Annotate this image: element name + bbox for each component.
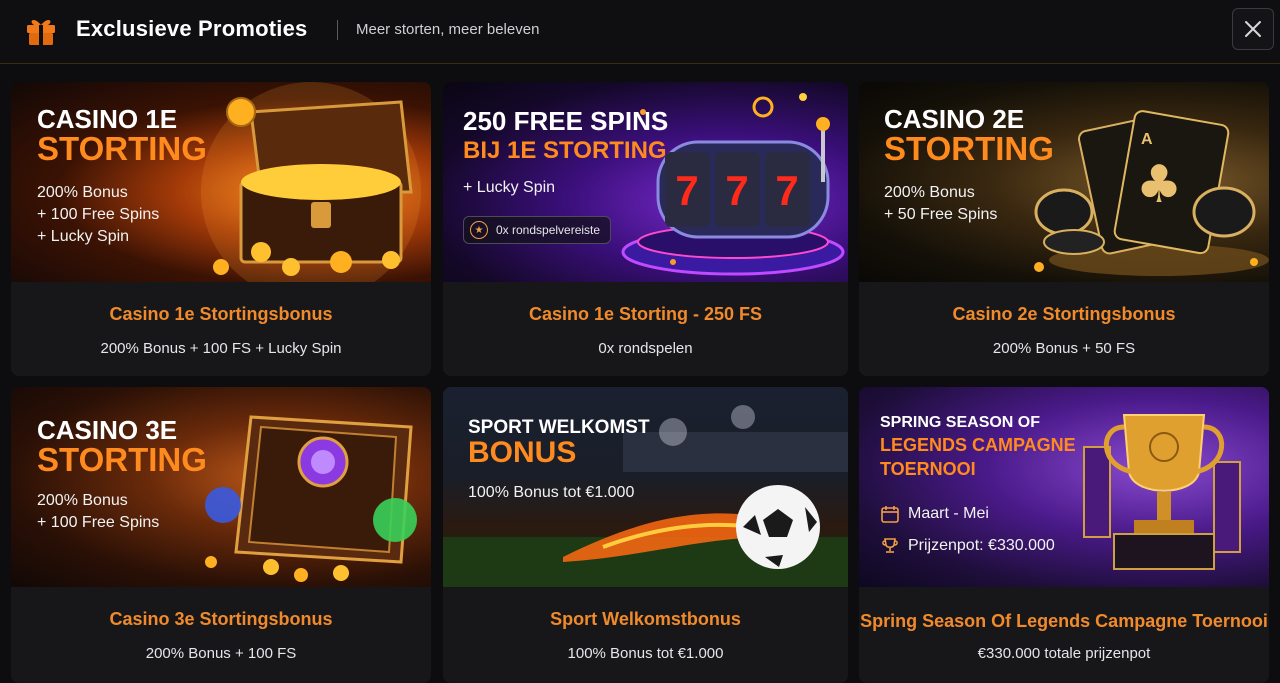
promo-card-sport-welkomst[interactable]: SPORT WELKOMST BONUS 100% Bonus tot €1.0…	[443, 387, 848, 683]
banner-line: 200% Bonus	[884, 184, 975, 201]
promo-description: 200% Bonus + 50 FS	[992, 340, 1136, 357]
promo-name: Casino 1e Stortingsbonus	[109, 304, 333, 324]
promo-name: Casino 3e Stortingsbonus	[109, 609, 333, 629]
banner-title-line3: TOERNOOI	[880, 459, 976, 479]
page-subtitle: Meer storten, meer beleven	[356, 21, 540, 38]
banner-line: + Lucky Spin	[463, 179, 556, 196]
promo-name: Casino 2e Stortingsbonus	[952, 304, 1176, 324]
modal-header: Exclusieve Promoties Meer storten, meer …	[0, 0, 1280, 64]
header-divider	[337, 20, 338, 40]
banner-line: + 100 Free Spins	[37, 206, 160, 223]
banner-title-line1: SPORT WELKOMST	[468, 417, 650, 438]
banner-title-line1: 250 FREE SPINS	[463, 106, 669, 136]
promo-banner: SPORT WELKOMST BONUS 100% Bonus tot €1.0…	[443, 387, 848, 587]
banner-title-line2: BIJ 1E STORTING	[463, 137, 667, 164]
promo-info: Casino 2e Stortingsbonus 200% Bonus + 50…	[859, 282, 1269, 376]
calendar-icon	[881, 506, 899, 523]
banner-line: + Lucky Spin	[37, 228, 130, 245]
banner-line: + 100 Free Spins	[37, 514, 160, 531]
promo-banner: 7 7 7 250 FREE SPINS BIJ 1E STORTING + L…	[443, 82, 848, 282]
banner-line: 200% Bonus	[37, 184, 128, 201]
svg-text:7: 7	[675, 167, 698, 214]
tournament-prize: Prijzenpot: €330.000	[880, 536, 1055, 556]
banner-title-line2: LEGENDS CAMPAGNE	[880, 435, 1076, 455]
promo-name: Sport Welkomstbonus	[550, 609, 741, 629]
promo-card-250-free-spins[interactable]: 7 7 7 250 FREE SPINS BIJ 1E STORTING + L…	[443, 82, 848, 376]
promo-banner: SPRING SEASON OF LEGENDS CAMPAGNE TOERNO…	[859, 387, 1269, 587]
close-icon	[1245, 21, 1261, 37]
svg-text:♣: ♣	[1136, 155, 1183, 215]
promo-description: 200% Bonus + 100 FS + Lucky Spin	[100, 340, 342, 357]
promo-description: €330.000 totale prijzenpot	[977, 645, 1151, 662]
banner-title-line1: CASINO 2E	[884, 104, 1025, 134]
tournament-dates-label: Maart - Mei	[908, 505, 989, 522]
banner-title-line2: STORTING	[37, 441, 207, 478]
wagering-badge-label: 0x rondspelvereiste	[496, 223, 601, 237]
promo-name: Casino 1e Storting - 250 FS	[528, 304, 763, 324]
svg-text:7: 7	[725, 167, 748, 214]
promo-info: Casino 1e Stortingsbonus 200% Bonus + 10…	[11, 282, 431, 376]
promo-info: Sport Welkomstbonus 100% Bonus tot €1.00…	[443, 587, 848, 681]
tournament-prize-label: Prijzenpot: €330.000	[908, 537, 1055, 554]
trophy-icon	[882, 538, 898, 553]
promo-banner: ♣ A CASINO 2E STORTING 200% Bonus + 50 F…	[859, 82, 1269, 282]
promo-description: 0x rondspelen	[598, 340, 693, 357]
promo-info: Spring Season Of Legends Campagne Toerno…	[859, 587, 1269, 681]
promo-name: Spring Season Of Legends Campagne Toerno…	[860, 611, 1268, 631]
promo-description: 100% Bonus tot €1.000	[567, 645, 724, 662]
gift-icon	[27, 19, 55, 45]
banner-line: + 50 Free Spins	[884, 206, 998, 223]
banner-title-line1: CASINO 1E	[37, 104, 178, 134]
banner-title-line2: BONUS	[468, 436, 577, 469]
wagering-badge: ★ 0x rondspelvereiste	[463, 216, 612, 244]
banner-title-line2: STORTING	[884, 130, 1054, 167]
banner-title-line1: SPRING SEASON OF	[880, 414, 1041, 431]
promo-card-casino-1e[interactable]: CASINO 1E STORTING 200% Bonus + 100 Free…	[11, 82, 431, 376]
banner-line: 200% Bonus	[37, 492, 128, 509]
banner-title-line2: STORTING	[37, 130, 207, 167]
promo-info: Casino 1e Storting - 250 FS 0x rondspele…	[443, 282, 848, 376]
banner-line: 100% Bonus tot €1.000	[468, 484, 635, 501]
promo-banner: CASINO 3E STORTING 200% Bonus + 100 Free…	[11, 387, 431, 587]
svg-text:7: 7	[775, 167, 798, 214]
promo-info: Casino 3e Stortingsbonus 200% Bonus + 10…	[11, 587, 431, 681]
close-button[interactable]	[1232, 8, 1274, 50]
tournament-dates: Maart - Mei	[880, 504, 989, 524]
promo-description: 200% Bonus + 100 FS	[145, 645, 297, 662]
star-icon: ★	[470, 221, 488, 239]
banner-title-line1: CASINO 3E	[37, 415, 178, 445]
promo-card-casino-2e[interactable]: ♣ A CASINO 2E STORTING 200% Bonus + 50 F…	[859, 82, 1269, 376]
svg-text:A: A	[1141, 131, 1153, 148]
page-title: Exclusieve Promoties	[76, 16, 308, 41]
promo-card-casino-3e[interactable]: CASINO 3E STORTING 200% Bonus + 100 Free…	[11, 387, 431, 683]
promo-banner: CASINO 1E STORTING 200% Bonus + 100 Free…	[11, 82, 431, 282]
promo-card-spring-season-legends[interactable]: SPRING SEASON OF LEGENDS CAMPAGNE TOERNO…	[859, 387, 1269, 683]
